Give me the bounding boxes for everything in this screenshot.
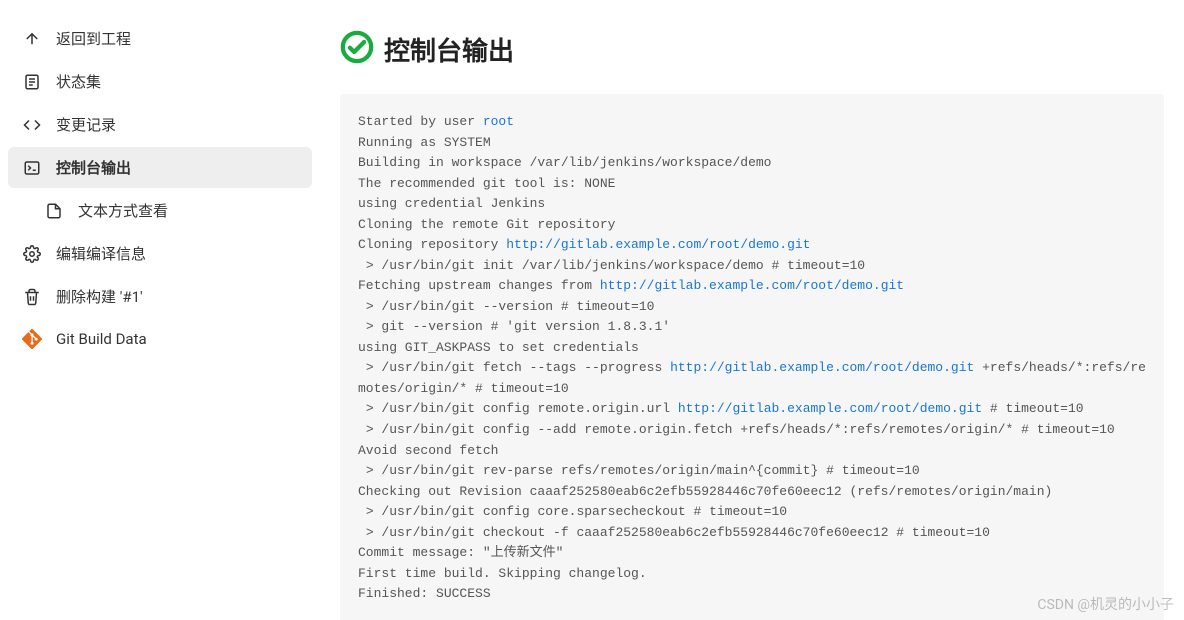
console-link[interactable]: http://gitlab.example.com/root/demo.git (506, 237, 810, 252)
sidebar-item-back[interactable]: 返回到工程 (8, 18, 312, 59)
arrow-up-icon (22, 29, 42, 49)
console-line: > /usr/bin/git --version # timeout=10 (358, 297, 1146, 318)
sidebar-item-console[interactable]: 控制台输出 (8, 147, 312, 188)
console-link[interactable]: http://gitlab.example.com/root/demo.git (678, 401, 982, 416)
code-icon (22, 115, 42, 135)
sidebar-item-label: 编辑编译信息 (56, 243, 146, 264)
console-line: Finished: SUCCESS (358, 584, 1146, 605)
sidebar-item-label: 变更记录 (56, 114, 116, 135)
console-line: using credential Jenkins (358, 194, 1146, 215)
console-line: > /usr/bin/git checkout -f caaaf252580ea… (358, 523, 1146, 544)
sidebar-item-changes[interactable]: 变更记录 (8, 104, 312, 145)
console-line: First time build. Skipping changelog. (358, 564, 1146, 585)
sidebar-item-label: 文本方式查看 (78, 200, 168, 221)
console-line: The recommended git tool is: NONE (358, 174, 1146, 195)
success-icon (340, 30, 374, 68)
sidebar-item-label: 控制台输出 (56, 157, 131, 178)
console-line: Checking out Revision caaaf252580eab6c2e… (358, 482, 1146, 503)
console-line: using GIT_ASKPASS to set credentials (358, 338, 1146, 359)
terminal-icon (22, 158, 42, 178)
sidebar-item-label: Git Build Data (56, 330, 147, 348)
console-line: Started by user root (358, 112, 1146, 133)
console-line: > /usr/bin/git fetch --tags --progress h… (358, 358, 1146, 399)
console-line: > /usr/bin/git rev-parse refs/remotes/or… (358, 461, 1146, 482)
sidebar-item-label: 删除构建 '#1' (56, 286, 143, 307)
console-line: > /usr/bin/git config remote.origin.url … (358, 399, 1146, 420)
console-link[interactable]: root (483, 114, 514, 129)
sidebar-item-plaintext[interactable]: 文本方式查看 (8, 190, 312, 231)
console-line: > /usr/bin/git config core.sparsecheckou… (358, 502, 1146, 523)
console-output: Started by user rootRunning as SYSTEMBui… (340, 94, 1164, 620)
gear-icon (22, 244, 42, 264)
sidebar: 返回到工程 状态集 变更记录 控制台输出 文本方式查看 编辑编译信息 删除构 (0, 0, 320, 620)
console-line: Commit message: "上传新文件" (358, 543, 1146, 564)
sidebar-item-status[interactable]: 状态集 (8, 61, 312, 102)
sidebar-item-label: 状态集 (56, 71, 101, 92)
console-line: Avoid second fetch (358, 441, 1146, 462)
document-icon (22, 72, 42, 92)
console-line: Fetching upstream changes from http://gi… (358, 276, 1146, 297)
page-title: 控制台输出 (384, 31, 514, 68)
console-link[interactable]: http://gitlab.example.com/root/demo.git (600, 278, 904, 293)
main-content: 控制台输出 Started by user rootRunning as SYS… (320, 0, 1184, 620)
git-icon (22, 329, 42, 349)
console-line: > git --version # 'git version 1.8.3.1' (358, 317, 1146, 338)
console-line: Cloning repository http://gitlab.example… (358, 235, 1146, 256)
console-line: Running as SYSTEM (358, 133, 1146, 154)
page-title-row: 控制台输出 (340, 30, 1164, 68)
sidebar-item-edit-build[interactable]: 编辑编译信息 (8, 233, 312, 274)
console-line: Building in workspace /var/lib/jenkins/w… (358, 153, 1146, 174)
sidebar-item-git-data[interactable]: Git Build Data (8, 319, 312, 359)
sidebar-item-delete-build[interactable]: 删除构建 '#1' (8, 276, 312, 317)
console-line: > /usr/bin/git init /var/lib/jenkins/wor… (358, 256, 1146, 277)
trash-icon (22, 287, 42, 307)
console-line: Cloning the remote Git repository (358, 215, 1146, 236)
console-link[interactable]: http://gitlab.example.com/root/demo.git (670, 360, 974, 375)
file-icon (44, 201, 64, 221)
sidebar-item-label: 返回到工程 (56, 28, 131, 49)
console-line: > /usr/bin/git config --add remote.origi… (358, 420, 1146, 441)
